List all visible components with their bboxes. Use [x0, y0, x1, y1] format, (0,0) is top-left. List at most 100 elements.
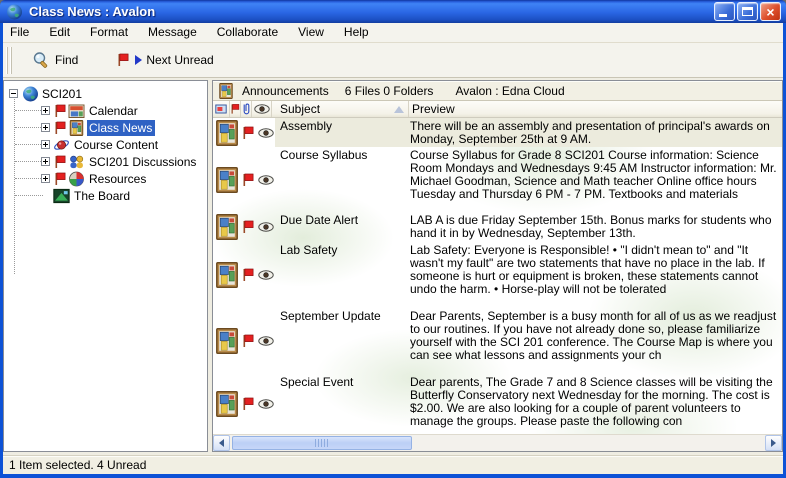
column-message-status[interactable]: [213, 101, 230, 117]
close-button[interactable]: ×: [760, 2, 781, 21]
announcements-panel: Announcements 6 Files 0 Folders Avalon :…: [212, 80, 783, 452]
message-row-due-date-alert[interactable]: Due Date Alert LAB A is due Friday Septe…: [213, 212, 782, 242]
app-globe-icon: [6, 4, 23, 20]
panel-counts: 6 Files 0 Folders: [345, 84, 434, 98]
message-preview: Dear Parents, September is a busy month …: [407, 308, 782, 374]
tree-item-sci201-discussions[interactable]: SCI201 Discussions: [4, 153, 207, 170]
viewed-eye-icon: [258, 222, 274, 232]
menu-format[interactable]: Format: [80, 23, 138, 42]
conference-tree-panel: SCI201 Calendar: [3, 80, 208, 452]
tree-item-class-news[interactable]: Class News: [4, 119, 207, 136]
menu-view[interactable]: View: [288, 23, 334, 42]
expand-box[interactable]: [41, 140, 50, 149]
eye-icon: [254, 104, 270, 114]
list-column-header: Subject Preview: [213, 101, 782, 118]
unread-flag-icon: [241, 173, 255, 187]
message-subject: Due Date Alert: [275, 212, 407, 242]
message-row-special-event[interactable]: Special Event Dear parents, The Grade 7 …: [213, 374, 782, 434]
message-subject: Assembly: [275, 118, 407, 147]
menu-edit[interactable]: Edit: [39, 23, 80, 42]
viewed-eye-icon: [258, 399, 274, 409]
tree-item-calendar[interactable]: Calendar: [4, 102, 207, 119]
message-row-september-update[interactable]: September Update Dear Parents, September…: [213, 308, 782, 374]
message-subject: September Update: [275, 308, 407, 374]
scroll-left-button[interactable]: [213, 435, 230, 451]
expand-box[interactable]: [41, 123, 50, 132]
collapse-box[interactable]: [9, 89, 18, 98]
unread-flag-icon: [53, 172, 67, 186]
menu-help[interactable]: Help: [334, 23, 379, 42]
title-bar: Class News : Avalon ×: [0, 0, 786, 23]
sort-ascending-icon: [394, 106, 404, 113]
column-attachment[interactable]: [241, 101, 252, 117]
tree-item-sci201[interactable]: SCI201: [4, 85, 207, 102]
expand-box[interactable]: [41, 157, 50, 166]
subject-column-label: Subject: [280, 102, 320, 116]
message-preview: Dear parents, The Grade 7 and 8 Science …: [407, 374, 782, 434]
viewed-eye-icon: [258, 128, 274, 138]
maximize-button[interactable]: [737, 2, 758, 21]
unread-flag-icon: [53, 121, 67, 135]
atom-icon: [53, 137, 70, 153]
toolbar: Find Next Unread: [3, 43, 783, 78]
menu-message[interactable]: Message: [138, 23, 207, 42]
preview-column-label: Preview: [412, 102, 455, 116]
minimize-button[interactable]: [714, 2, 735, 21]
next-unread-button[interactable]: Next Unread: [110, 50, 219, 70]
status-bar: 1 Item selected. 4 Unread: [3, 455, 783, 474]
unread-flag-icon: [241, 397, 255, 411]
flag-column-icon: [230, 103, 240, 115]
tree-label-sci201: SCI201: [40, 86, 85, 102]
bulletin-item-icon: [216, 391, 238, 417]
scrollbar-thumb[interactable]: [232, 436, 412, 450]
message-preview: There will be an assembly and presentati…: [407, 118, 782, 147]
scroll-right-arrow-icon: [771, 439, 776, 447]
announcements-board-icon: [218, 83, 234, 99]
tree-label-course-content: Course Content: [72, 137, 161, 153]
unread-flag-icon: [241, 220, 255, 234]
message-row-assembly[interactable]: Assembly There will be an assembly and p…: [213, 118, 782, 147]
column-preview[interactable]: Preview: [409, 101, 782, 117]
message-preview: Lab Safety: Everyone is Responsible! • "…: [407, 242, 782, 308]
message-subject: Special Event: [275, 374, 407, 434]
toolbar-gripper: [6, 47, 8, 74]
viewed-eye-icon: [258, 175, 274, 185]
panel-info-bar: Announcements 6 Files 0 Folders Avalon :…: [213, 81, 782, 101]
unread-flag-icon: [241, 126, 255, 140]
tree-item-the-board[interactable]: The Board: [4, 187, 207, 204]
tree-label-calendar: Calendar: [87, 103, 141, 119]
viewed-eye-icon: [258, 336, 274, 346]
menu-collaborate[interactable]: Collaborate: [207, 23, 288, 42]
message-row-course-syllabus[interactable]: Course Syllabus Course Syllabus for Grad…: [213, 147, 782, 212]
column-subject[interactable]: Subject: [272, 101, 409, 117]
panel-title: Announcements: [242, 84, 329, 98]
horizontal-scrollbar[interactable]: [213, 434, 782, 451]
message-subject: Course Syllabus: [275, 147, 407, 212]
message-preview: LAB A is due Friday September 15th. Bonu…: [407, 212, 782, 242]
find-label: Find: [55, 53, 78, 67]
menu-file[interactable]: File: [3, 23, 39, 42]
bulletin-item-icon: [216, 328, 238, 354]
the-board-icon: [53, 188, 70, 204]
tree-item-course-content[interactable]: Course Content: [4, 136, 207, 153]
tree-label-the-board: The Board: [72, 188, 133, 204]
search-icon: [32, 51, 51, 70]
class-news-board-icon: [68, 120, 85, 136]
column-flag[interactable]: [230, 101, 241, 117]
scroll-left-arrow-icon: [219, 439, 224, 447]
toolbar-gripper-2: [10, 47, 12, 74]
bulletin-item-icon: [216, 262, 238, 288]
tree-item-resources[interactable]: Resources: [4, 170, 207, 187]
message-preview: Course Syllabus for Grade 8 SCI201 Cours…: [407, 147, 782, 212]
content-area: SCI201 Calendar: [3, 78, 783, 455]
unread-flag-icon: [53, 104, 67, 118]
column-viewed[interactable]: [252, 101, 272, 117]
expand-box[interactable]: [41, 106, 50, 115]
next-arrow-icon: [134, 55, 142, 65]
find-button[interactable]: Find: [26, 48, 84, 73]
calendar-icon: [68, 103, 85, 119]
scroll-right-button[interactable]: [765, 435, 782, 451]
expand-box[interactable]: [41, 174, 50, 183]
message-row-lab-safety[interactable]: Lab Safety Lab Safety: Everyone is Respo…: [213, 242, 782, 308]
discussions-icon: [68, 154, 85, 170]
